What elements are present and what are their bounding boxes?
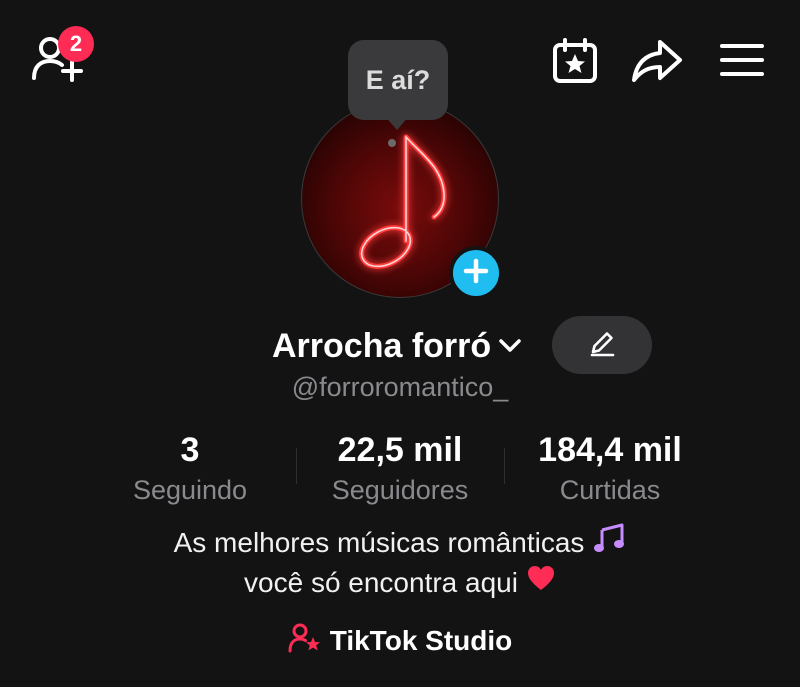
notification-badge: 2 <box>58 26 94 62</box>
bio-line-2: você só encontra aqui <box>244 567 518 598</box>
display-name-row[interactable]: Arrocha forró <box>272 325 523 367</box>
calendar-star-icon <box>550 36 600 91</box>
pencil-icon <box>587 328 617 363</box>
stat-value: 3 <box>180 431 200 469</box>
tiktok-studio-link[interactable]: TikTok Studio <box>0 622 800 659</box>
stat-followers[interactable]: 22,5 mil Seguidores <box>310 430 490 508</box>
stat-following[interactable]: 3 Seguindo <box>110 430 270 508</box>
display-name: Arrocha forró <box>272 326 492 365</box>
music-notes-icon <box>592 522 626 564</box>
stat-value: 184,4 mil <box>538 431 682 469</box>
stat-divider <box>504 448 505 484</box>
avatar-tooltip[interactable]: E aí? <box>348 40 448 120</box>
chevron-down-icon <box>497 337 523 355</box>
plus-icon <box>463 258 489 289</box>
studio-icon <box>288 622 322 659</box>
stat-likes[interactable]: 184,4 mil Curtidas <box>520 430 700 508</box>
heart-icon <box>526 564 556 602</box>
add-avatar-button[interactable] <box>449 246 503 300</box>
stat-value: 22,5 mil <box>337 431 463 469</box>
share-button[interactable] <box>630 38 684 88</box>
share-icon <box>630 36 684 91</box>
menu-button[interactable] <box>718 40 766 84</box>
profile-bio: As melhores músicas românticas você só e… <box>0 522 800 602</box>
edit-profile-button[interactable] <box>552 316 652 374</box>
username: @forroromantico_ <box>291 372 509 402</box>
stat-divider <box>296 448 297 484</box>
stat-label: Curtidas <box>559 475 661 505</box>
avatar-tooltip-tail <box>385 116 409 130</box>
stat-label: Seguindo <box>132 475 248 505</box>
stat-label: Seguidores <box>331 475 469 505</box>
bio-line-1: As melhores músicas românticas <box>173 527 585 558</box>
studio-label: TikTok Studio <box>329 624 513 656</box>
menu-icon <box>718 38 766 87</box>
calendar-button[interactable] <box>550 36 600 91</box>
